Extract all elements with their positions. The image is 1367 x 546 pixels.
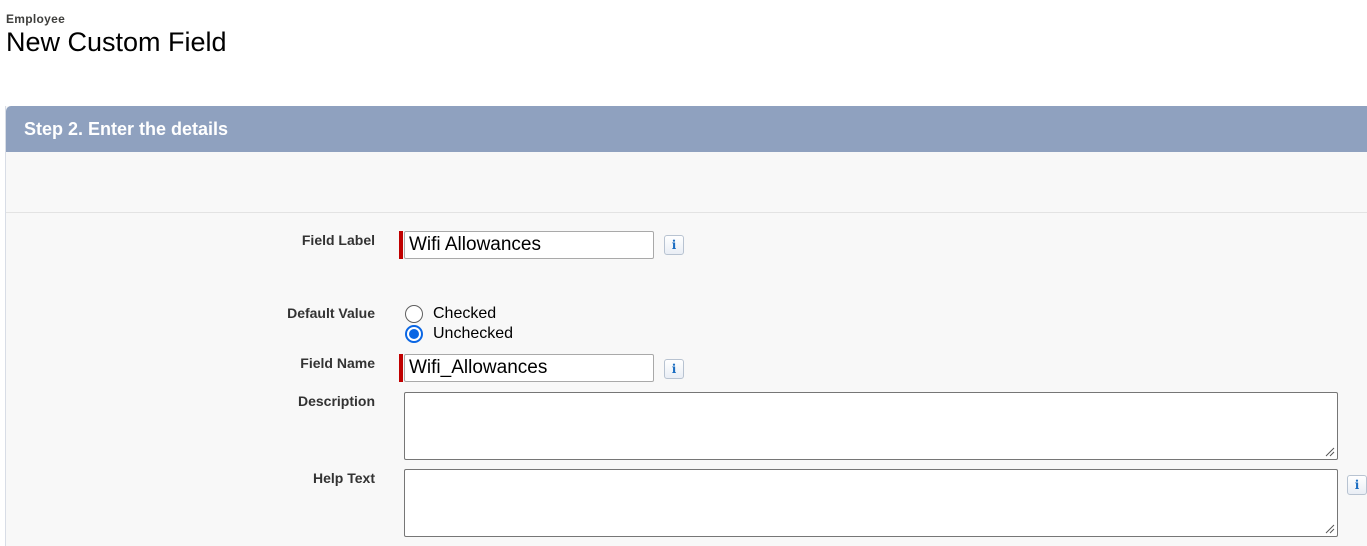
default-value-label: Default Value (287, 305, 375, 321)
field-name-input[interactable]: Wifi_Allowances (404, 354, 654, 382)
radio-unchecked[interactable] (405, 325, 423, 343)
radio-checked[interactable] (405, 305, 423, 323)
description-label: Description (297, 393, 375, 409)
help-text-label: Help Text (313, 470, 375, 486)
resize-grip-icon[interactable] (1325, 447, 1335, 457)
info-icon[interactable]: i (1347, 475, 1367, 495)
radio-option-unchecked[interactable]: Unchecked (405, 325, 513, 343)
field-label-input[interactable]: Wifi Allowances (404, 231, 654, 259)
page-title: New Custom Field (6, 27, 227, 57)
required-indicator (399, 354, 403, 382)
resize-grip-icon[interactable] (1325, 524, 1335, 534)
radio-checked-label: Checked (433, 305, 497, 322)
info-icon[interactable]: i (664, 235, 684, 255)
page-header: Employee New Custom Field (6, 12, 227, 57)
field-label-label: Field Label (301, 232, 375, 248)
info-icon[interactable]: i (664, 359, 684, 379)
panel-spacer (6, 152, 1367, 213)
step-header: Step 2. Enter the details (6, 106, 1367, 152)
radio-unchecked-label: Unchecked (433, 325, 514, 342)
field-name-label: Field Name (300, 355, 375, 371)
object-name: Employee (6, 12, 66, 26)
help-text-textarea[interactable] (404, 469, 1338, 537)
description-textarea[interactable] (404, 392, 1338, 460)
radio-option-checked[interactable]: Checked (405, 305, 496, 323)
details-panel: Step 2. Enter the details Field Label Wi… (5, 106, 1367, 546)
required-indicator (399, 231, 403, 259)
